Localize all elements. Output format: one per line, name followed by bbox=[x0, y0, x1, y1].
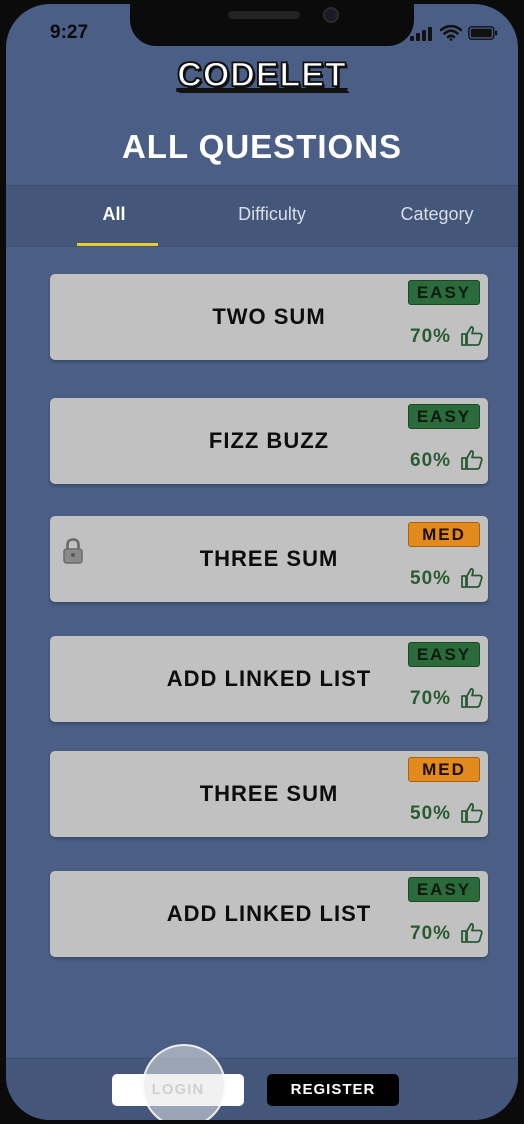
like-percent: 60% bbox=[410, 450, 452, 471]
question-card[interactable]: ADD LINKED LIST EASY 70% bbox=[50, 871, 488, 957]
tab-difficulty[interactable]: Difficulty bbox=[212, 186, 332, 246]
question-card[interactable]: ADD LINKED LIST EASY 70% bbox=[50, 636, 488, 722]
thumbs-up-icon bbox=[461, 688, 483, 708]
difficulty-badge: EASY bbox=[408, 877, 480, 902]
status-icons bbox=[410, 25, 502, 41]
difficulty-badge: EASY bbox=[408, 404, 480, 429]
like-rating: 70% bbox=[408, 923, 486, 947]
signal-icon bbox=[410, 25, 434, 41]
question-card[interactable]: THREE SUM MED 50% bbox=[50, 516, 488, 602]
tab-label: Difficulty bbox=[238, 204, 306, 224]
like-rating: 50% bbox=[408, 568, 486, 592]
battery-icon bbox=[468, 26, 498, 40]
like-percent: 70% bbox=[410, 688, 452, 709]
app-title: CODELET bbox=[177, 55, 347, 95]
wifi-icon bbox=[440, 25, 462, 41]
thumbs-up-icon bbox=[461, 568, 483, 588]
filter-tabbar: All Difficulty Category bbox=[6, 185, 518, 247]
tab-category[interactable]: Category bbox=[378, 186, 496, 246]
status-time: 9:27 bbox=[50, 22, 89, 43]
thumbs-up-icon bbox=[461, 450, 483, 470]
question-card[interactable]: THREE SUM MED 50% bbox=[50, 751, 488, 837]
touch-indicator bbox=[142, 1044, 226, 1120]
like-percent: 50% bbox=[410, 568, 452, 589]
difficulty-badge: EASY bbox=[408, 280, 480, 305]
phone-frame: 9:27 CODELET ALL QUESTIONS All Difficult… bbox=[0, 0, 524, 1124]
like-rating: 70% bbox=[408, 326, 486, 350]
thumbs-up-icon bbox=[461, 326, 483, 346]
tab-label: All bbox=[102, 204, 126, 224]
like-rating: 60% bbox=[408, 450, 486, 474]
register-button[interactable]: REGISTER bbox=[267, 1074, 399, 1106]
status-bar: 9:27 bbox=[6, 4, 518, 48]
thumbs-up-icon bbox=[461, 803, 483, 823]
tab-label: Category bbox=[400, 204, 474, 224]
tab-all[interactable]: All bbox=[62, 186, 166, 246]
like-rating: 70% bbox=[408, 688, 486, 712]
thumbs-up-icon bbox=[461, 923, 483, 943]
difficulty-badge: MED bbox=[408, 522, 480, 547]
question-card[interactable]: TWO SUM EASY 70% bbox=[50, 274, 488, 360]
bottom-auth-bar bbox=[6, 1058, 518, 1120]
active-tab-indicator bbox=[77, 243, 158, 246]
like-percent: 70% bbox=[410, 326, 452, 347]
difficulty-badge: EASY bbox=[408, 642, 480, 667]
page-title: ALL QUESTIONS bbox=[121, 128, 403, 165]
question-card[interactable]: FIZZ BUZZ EASY 60% bbox=[50, 398, 488, 484]
difficulty-badge: MED bbox=[408, 757, 480, 782]
like-percent: 50% bbox=[410, 803, 452, 824]
app-screen: 9:27 CODELET ALL QUESTIONS All Difficult… bbox=[6, 4, 518, 1120]
like-percent: 70% bbox=[410, 923, 452, 944]
like-rating: 50% bbox=[408, 803, 486, 827]
